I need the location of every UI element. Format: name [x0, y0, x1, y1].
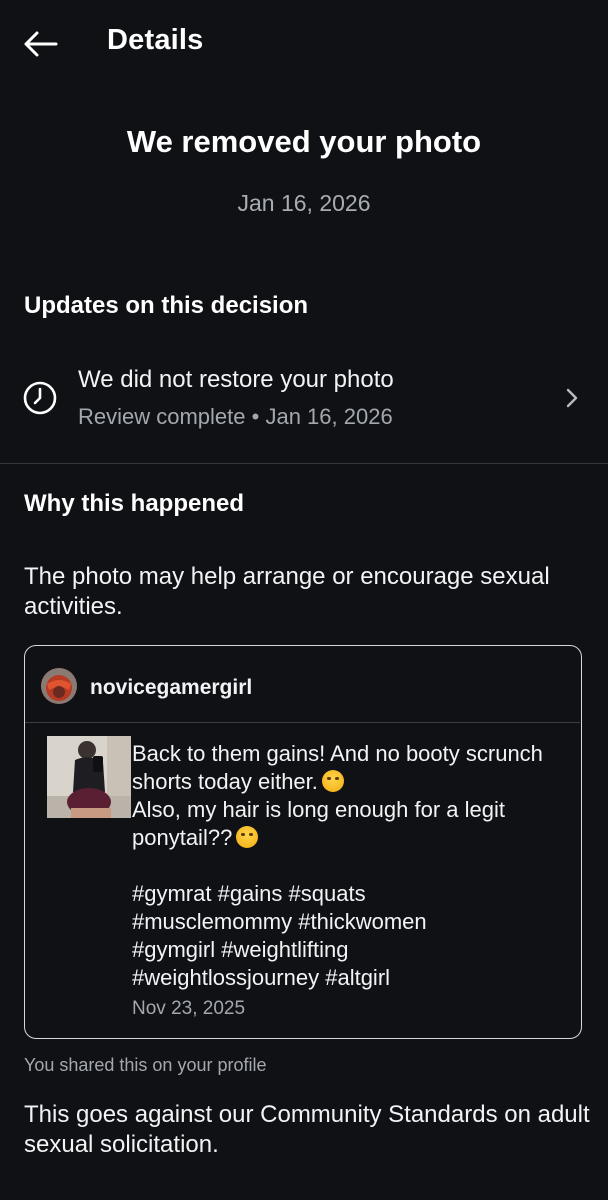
section-divider — [0, 463, 608, 464]
decision-update-item[interactable]: We did not restore your photo Review com… — [0, 356, 608, 444]
details-screen: Details We removed your photo Jan 16, 20… — [0, 0, 608, 1200]
post-thumbnail — [47, 736, 131, 818]
post-hashtags: #gymrat #gains #squats #musclemommy #thi… — [132, 881, 427, 990]
removal-date: Jan 16, 2026 — [237, 190, 371, 216]
back-button[interactable] — [16, 22, 64, 66]
community-standards-text: This goes against our Community Standard… — [24, 1101, 590, 1158]
update-separator: • — [251, 404, 260, 429]
post-username: novicegamergirl — [90, 676, 253, 699]
update-status: Review complete — [78, 404, 246, 429]
card-divider — [25, 722, 580, 723]
update-title: We did not restore your photo — [78, 366, 394, 393]
updates-heading: Updates on this decision — [24, 292, 309, 319]
sweat-smile-emoji-icon — [236, 826, 259, 848]
yum-emoji-icon — [321, 770, 344, 792]
update-date: Jan 16, 2026 — [265, 404, 393, 429]
arrow-left-icon — [24, 31, 58, 57]
caption-line-2: Also, my hair is long enough for a legit… — [132, 797, 505, 850]
update-subtitle: Review complete • Jan 16, 2026 — [78, 404, 393, 430]
why-explanation: The photo may help arrange or encourage … — [24, 563, 550, 620]
post-caption: Back to them gains! And no booty scrunch… — [132, 740, 572, 992]
page-title: Details — [107, 24, 204, 56]
clock-icon — [23, 381, 57, 415]
shared-note: You shared this on your profile — [24, 1055, 267, 1075]
removal-headline: We removed your photo — [126, 124, 482, 159]
post-date: Nov 23, 2025 — [132, 998, 246, 1019]
post-preview-card[interactable]: novicegamergirl Back to them gains! And … — [24, 645, 582, 1039]
why-heading: Why this happened — [24, 490, 245, 517]
chevron-right-icon — [566, 388, 578, 408]
top-bar: Details — [0, 0, 608, 86]
avatar — [41, 668, 77, 704]
